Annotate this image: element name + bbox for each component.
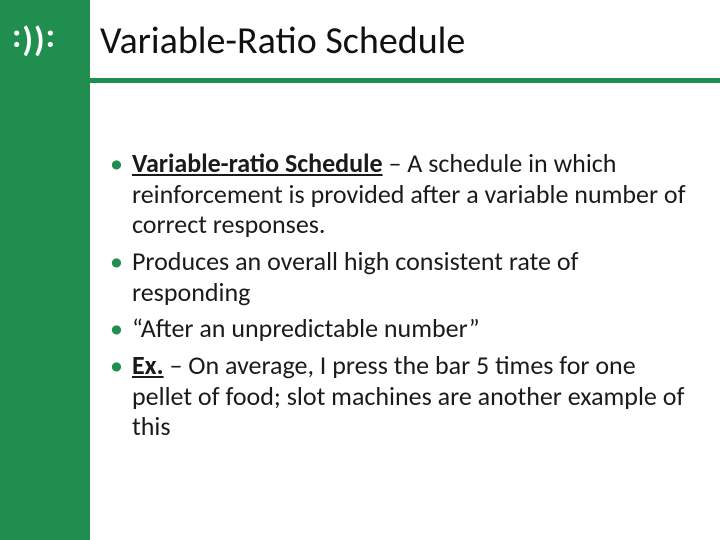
- sidebar: [0, 0, 90, 540]
- bullet-text: On average, I press the bar 5 times for …: [132, 349, 684, 442]
- bullet-list: Variable-ratio Schedule – A schedule in …: [110, 148, 690, 442]
- bullet-sep: –: [164, 349, 189, 381]
- slide: :)): Variable-Ratio Schedule Variable-ra…: [0, 0, 720, 540]
- bullet-text: Produces an overall high consistent rate…: [132, 245, 578, 308]
- bullet-item: Variable-ratio Schedule – A schedule in …: [110, 148, 690, 240]
- body: Variable-ratio Schedule – A schedule in …: [110, 148, 690, 448]
- bullet-item: Ex. – On average, I press the bar 5 time…: [110, 350, 690, 442]
- bullet-item: “After an unpredictable number”: [110, 313, 690, 344]
- logo-dot-right: :: [46, 22, 56, 52]
- title-rule: [90, 78, 720, 83]
- bullet-term: Variable-ratio Schedule: [132, 147, 383, 179]
- bullet-text: “After an unpredictable number”: [132, 312, 480, 344]
- logo-dot-left: :: [12, 22, 22, 52]
- bullet-ex-label: Ex.: [132, 349, 164, 381]
- logo-paren-1: ): [22, 26, 34, 56]
- logo-paren-2: ): [34, 26, 46, 56]
- bullet-sep: –: [383, 147, 408, 179]
- smiley-logo: :)):: [12, 26, 78, 56]
- bullet-item: Produces an overall high consistent rate…: [110, 246, 690, 307]
- page-title: Variable-Ratio Schedule: [100, 18, 700, 64]
